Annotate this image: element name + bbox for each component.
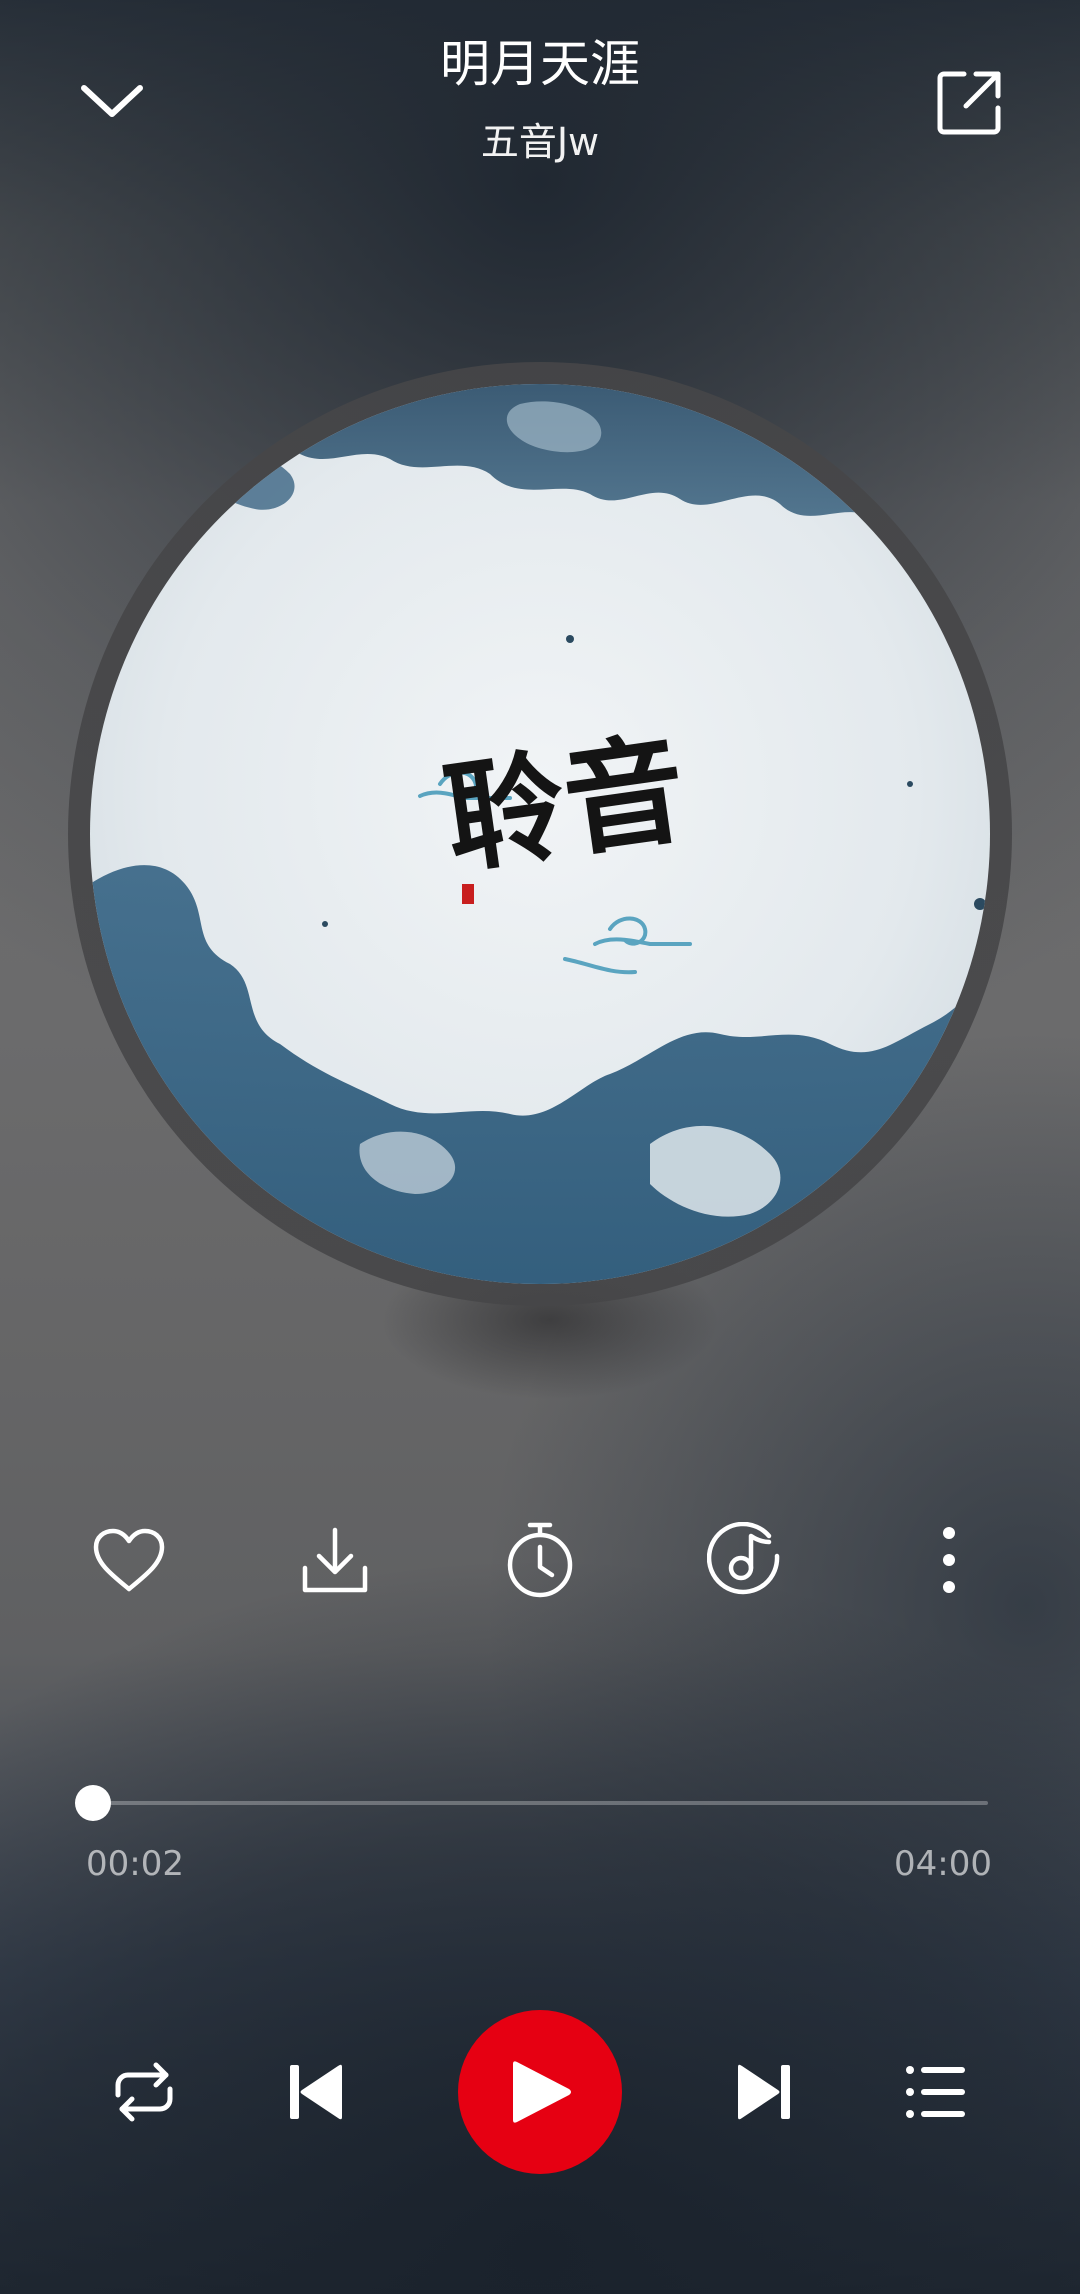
player-header: 明月天涯 五音Jw (0, 0, 1080, 190)
sound-effect-button[interactable] (700, 1510, 790, 1610)
current-time: 00:02 (86, 1844, 184, 1884)
progress-track (86, 1801, 988, 1805)
music-note-circle-icon (707, 1522, 780, 1595)
playlist-button[interactable] (896, 2052, 976, 2132)
chevron-down-icon (81, 85, 143, 117)
previous-button[interactable] (276, 2050, 356, 2134)
song-artist[interactable]: 五音Jw (240, 118, 840, 166)
share-button[interactable] (930, 62, 1010, 142)
play-icon (513, 2061, 571, 2123)
play-mode-button[interactable] (104, 2052, 184, 2132)
song-title: 明月天涯 (440, 35, 640, 93)
album-cover[interactable]: 聆音 (90, 384, 990, 1284)
more-vertical-icon (943, 1527, 955, 1593)
sleep-timer-button[interactable] (495, 1510, 585, 1610)
download-icon (302, 1527, 368, 1593)
more-button[interactable] (904, 1510, 994, 1610)
total-time: 04:00 (894, 1844, 992, 1884)
next-icon (738, 2064, 790, 2120)
progress-bar[interactable] (75, 1785, 988, 1821)
external-share-icon (937, 71, 1001, 135)
repeat-icon (115, 2062, 173, 2122)
action-row (0, 1510, 1080, 1610)
play-button[interactable] (458, 2010, 622, 2174)
like-button[interactable] (84, 1510, 174, 1610)
next-button[interactable] (724, 2050, 804, 2134)
album-cover-artwork: 聆音 (90, 384, 990, 1284)
playback-controls (0, 2010, 1080, 2174)
progress-thumb[interactable] (75, 1785, 112, 1821)
timer-icon (507, 1522, 573, 1598)
download-button[interactable] (290, 1510, 380, 1610)
collapse-button[interactable] (72, 62, 152, 142)
heart-icon (93, 1528, 165, 1592)
previous-icon (290, 2064, 342, 2120)
playlist-icon (906, 2066, 965, 2118)
